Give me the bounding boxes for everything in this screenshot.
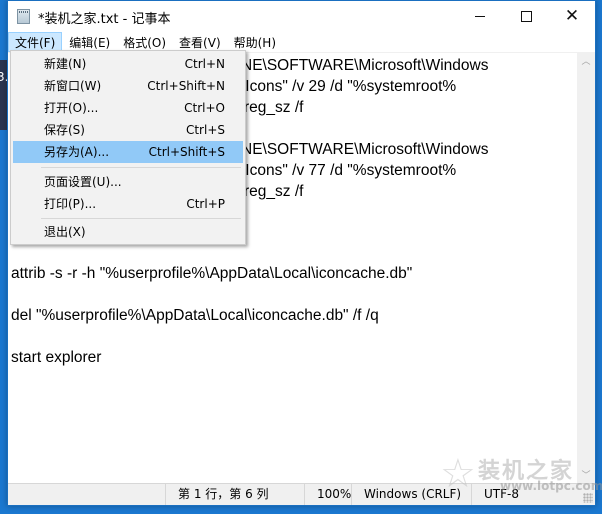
menu-file[interactable]: 文件(F) xyxy=(8,32,63,52)
menu-format[interactable]: 格式(O) xyxy=(117,32,172,52)
close-icon: ✕ xyxy=(564,6,580,26)
zoom-level: 100% xyxy=(304,484,351,505)
text-line: del "%userprofile%\AppData\Local\iconcac… xyxy=(11,307,379,324)
menu-item-save-as[interactable]: 另存为(A)... Ctrl+Shift+S xyxy=(13,141,243,163)
menu-item-print[interactable]: 打印(P)... Ctrl+P xyxy=(13,193,243,215)
cursor-position: 第 1 行，第 6 列 xyxy=(165,484,304,505)
minimize-icon xyxy=(475,16,485,17)
menu-item-label: 另存为(A)... xyxy=(44,145,110,159)
menu-item-label: 保存(S) xyxy=(44,123,85,137)
menu-item-shortcut: Ctrl+Shift+N xyxy=(147,79,225,93)
maximize-icon xyxy=(520,11,532,22)
notepad-icon xyxy=(17,9,30,24)
menu-item-label: 新建(N) xyxy=(44,57,87,71)
desktop-background-fragment: 3. xyxy=(0,60,8,130)
menu-help[interactable]: 帮助(H) xyxy=(228,32,282,52)
text-line: Icons" /v 29 /d "%systemroot% xyxy=(241,78,457,95)
menu-view[interactable]: 查看(V) xyxy=(173,32,227,52)
menu-item-label: 退出(X) xyxy=(44,225,86,239)
text-line: Icons" /v 77 /d "%systemroot% xyxy=(241,162,457,179)
minimize-button[interactable] xyxy=(457,1,503,32)
text-line: start explorer xyxy=(11,349,102,366)
text-line: reg_sz /f xyxy=(244,183,304,200)
text-line: reg_sz /f xyxy=(244,99,304,116)
menu-item-shortcut: Ctrl+S xyxy=(185,123,225,137)
text-line: NE\SOFTWARE\Microsoft\Windows xyxy=(241,141,489,158)
resize-grip-icon[interactable] xyxy=(583,493,593,503)
menu-item-label: 新窗口(W) xyxy=(44,79,102,93)
menu-edit[interactable]: 编辑(E) xyxy=(63,32,116,52)
menu-item-exit[interactable]: 退出(X) xyxy=(13,221,243,243)
status-bar: 第 1 行，第 6 列 100% Windows (CRLF) UTF-8 xyxy=(8,483,595,505)
menu-separator xyxy=(41,167,241,168)
scroll-down-icon[interactable]: ﹀ xyxy=(577,466,595,483)
text-line: attrib -s -r -h "%userprofile%\AppData\L… xyxy=(11,265,413,282)
menu-item-label: 打印(P)... xyxy=(44,197,97,211)
scroll-up-icon[interactable]: ︿ xyxy=(577,52,595,69)
menu-separator xyxy=(41,218,241,219)
maximize-button[interactable] xyxy=(503,1,549,32)
menu-item-label: 页面设置(U)... xyxy=(44,175,122,189)
menu-item-page-setup[interactable]: 页面设置(U)... xyxy=(13,171,243,193)
menu-item-new-window[interactable]: 新窗口(W) Ctrl+Shift+N xyxy=(13,75,243,97)
menu-item-shortcut: Ctrl+Shift+S xyxy=(148,145,225,159)
file-menu-dropdown: 新建(N) Ctrl+N 新窗口(W) Ctrl+Shift+N 打开(O)..… xyxy=(10,50,246,245)
menu-item-save[interactable]: 保存(S) Ctrl+S xyxy=(13,119,243,141)
menu-item-label: 打开(O)... xyxy=(44,101,99,115)
menu-item-open[interactable]: 打开(O)... Ctrl+O xyxy=(13,97,243,119)
menu-item-shortcut: Ctrl+O xyxy=(184,101,225,115)
menu-item-shortcut: Ctrl+N xyxy=(184,57,225,71)
title-bar[interactable]: *装机之家.txt - 记事本 ✕ xyxy=(8,1,595,32)
line-ending: Windows (CRLF) xyxy=(351,484,471,505)
encoding: UTF-8 xyxy=(471,484,579,505)
window-title: *装机之家.txt - 记事本 xyxy=(38,12,171,27)
menu-item-shortcut: Ctrl+P xyxy=(186,197,225,211)
menu-bar: 文件(F) 编辑(E) 格式(O) 查看(V) 帮助(H) xyxy=(8,32,595,52)
vertical-scrollbar[interactable]: ︿ ﹀ xyxy=(577,52,595,483)
close-button[interactable]: ✕ xyxy=(549,1,595,32)
text-line: NE\SOFTWARE\Microsoft\Windows xyxy=(241,57,489,74)
menu-item-new[interactable]: 新建(N) Ctrl+N xyxy=(13,53,243,75)
